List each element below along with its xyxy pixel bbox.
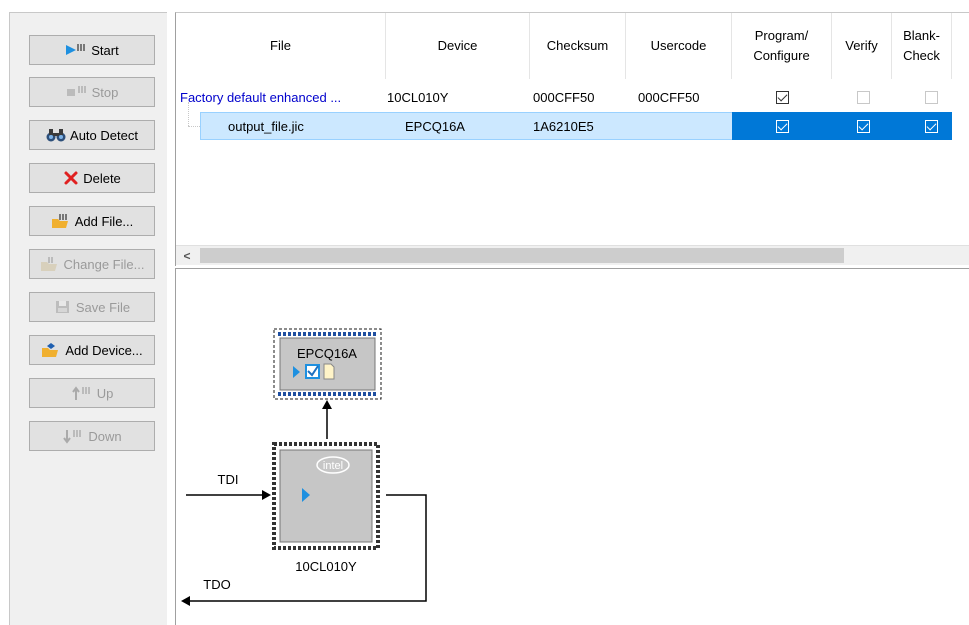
- verify-checkbox[interactable]: [857, 83, 871, 111]
- up-button[interactable]: Up: [29, 378, 155, 408]
- change-file-button[interactable]: Change File...: [29, 249, 155, 279]
- start-button[interactable]: Start: [29, 35, 155, 65]
- program-configure-checkbox[interactable]: [776, 83, 790, 111]
- programmer-toolbar: Start Stop Auto Detect Delete Add File..…: [9, 12, 167, 625]
- add-file-icon: [51, 213, 71, 229]
- scroll-left-icon[interactable]: <: [178, 247, 196, 264]
- save-file-button[interactable]: Save File: [29, 292, 155, 322]
- column-header-file[interactable]: File: [176, 13, 386, 79]
- intel-logo-text: intel: [323, 460, 343, 472]
- down-button[interactable]: Down: [29, 421, 155, 451]
- column-header-filler: [952, 13, 969, 79]
- usercode-cell: 000CFF50: [638, 89, 700, 105]
- scrollbar-thumb[interactable]: [200, 248, 844, 263]
- fpga-device-label: 10CL010Y: [295, 559, 357, 574]
- auto-detect-label: Auto Detect: [70, 127, 138, 143]
- row-indent: [176, 102, 202, 140]
- checksum-cell: 1A6210E5: [533, 118, 594, 134]
- start-label: Start: [91, 42, 119, 58]
- column-header-blank-check[interactable]: Blank- Check: [892, 13, 952, 79]
- checksum-cell: 000CFF50: [533, 89, 595, 105]
- blank-check-checkbox[interactable]: [925, 112, 939, 140]
- horizontal-scrollbar[interactable]: <: [176, 245, 969, 265]
- change-file-label: Change File...: [63, 256, 145, 272]
- jtag-chain-view: EPCQ16A intel 10CL010Y TDI TDO: [175, 268, 969, 625]
- column-header-program-configure[interactable]: Program/ Configure: [732, 13, 832, 79]
- add-device-button[interactable]: Add Device...: [29, 335, 155, 365]
- delete-button[interactable]: Delete: [29, 163, 155, 193]
- table-row[interactable]: Factory default enhanced ... 10CL010Y 00…: [176, 83, 969, 111]
- blank-check-checkbox[interactable]: [925, 83, 939, 111]
- table-header: File Device Checksum Usercode Program/ C…: [176, 13, 969, 79]
- start-icon: [65, 42, 87, 58]
- save-file-label: Save File: [75, 299, 131, 315]
- add-file-label: Add File...: [74, 213, 134, 229]
- stop-icon: [66, 84, 88, 100]
- verify-checkbox[interactable]: [857, 112, 871, 140]
- row-checkbox-highlight: [732, 112, 952, 140]
- stop-button[interactable]: Stop: [29, 77, 155, 107]
- stop-label: Stop: [91, 84, 119, 100]
- add-device-label: Add Device...: [65, 342, 143, 358]
- column-header-usercode[interactable]: Usercode: [626, 13, 732, 79]
- device-file-table: File Device Checksum Usercode Program/ C…: [175, 12, 969, 266]
- save-file-icon: [54, 299, 72, 315]
- change-file-icon: [40, 256, 60, 272]
- program-configure-checkbox[interactable]: [776, 112, 790, 140]
- delete-x-icon: [63, 170, 79, 186]
- delete-label: Delete: [83, 170, 121, 186]
- tdo-label: TDO: [203, 577, 230, 592]
- binoculars-icon: [46, 127, 66, 143]
- column-header-checksum[interactable]: Checksum: [530, 13, 626, 79]
- device-cell: 10CL010Y: [387, 89, 449, 105]
- down-icon: [62, 428, 84, 444]
- fpga-device[interactable]: intel: [272, 442, 380, 550]
- table-row-selected[interactable]: output_file.jic EPCQ16A 1A6210E5: [176, 102, 969, 140]
- down-label: Down: [88, 428, 122, 444]
- flash-device[interactable]: EPCQ16A: [273, 328, 382, 400]
- flash-file-icon: [323, 363, 335, 380]
- add-file-button[interactable]: Add File...: [29, 206, 155, 236]
- column-header-verify[interactable]: Verify: [832, 13, 892, 79]
- chain-diagram: EPCQ16A intel 10CL010Y TDI TDO: [181, 328, 427, 606]
- column-header-device[interactable]: Device: [386, 13, 530, 79]
- add-device-icon: [41, 342, 61, 358]
- tdi-label: TDI: [218, 472, 239, 487]
- device-cell: EPCQ16A: [405, 118, 465, 134]
- usercode-cell: [638, 112, 730, 140]
- auto-detect-button[interactable]: Auto Detect: [29, 120, 155, 150]
- flash-device-label: EPCQ16A: [297, 346, 357, 361]
- up-label: Up: [96, 385, 114, 401]
- file-cell[interactable]: output_file.jic: [228, 112, 378, 140]
- up-icon: [71, 385, 93, 401]
- file-cell[interactable]: Factory default enhanced ...: [180, 83, 386, 111]
